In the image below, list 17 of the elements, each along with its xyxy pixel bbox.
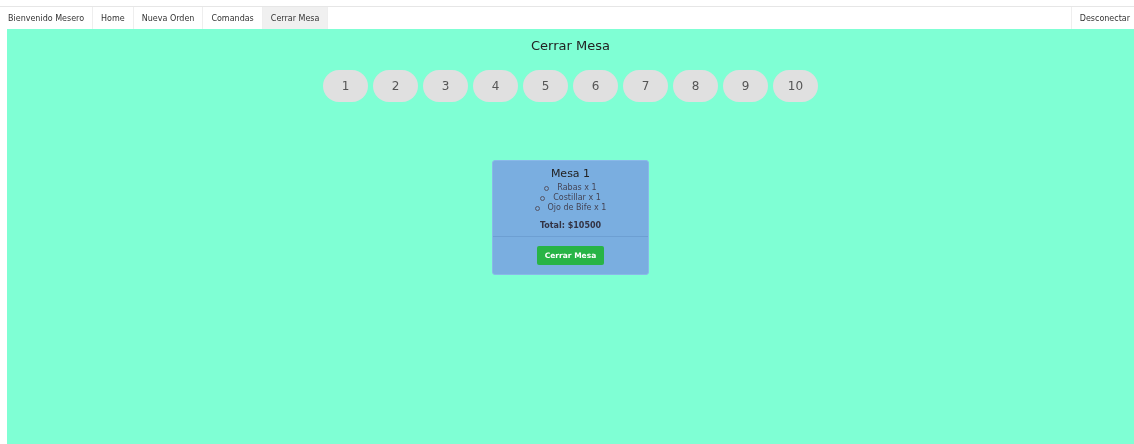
nav-link[interactable]: Cerrar Mesa [262,7,329,29]
total-text: Total: $10500 [539,221,602,230]
card-title: Mesa 1 [550,167,591,180]
table-button[interactable]: 3 [423,70,468,102]
table-button[interactable]: 9 [723,70,768,102]
page-title: Cerrar Mesa [531,38,610,53]
table-button[interactable]: 2 [373,70,418,102]
table-button[interactable]: 7 [623,70,668,102]
table-button[interactable]: 1 [323,70,368,102]
table-button[interactable]: 10 [773,70,818,102]
table-button[interactable]: 5 [523,70,568,102]
order-item: Rabas x 1 [557,183,597,193]
order-item: Ojo de Bife x 1 [547,203,607,213]
order-item: Costillar x 1 [553,193,601,203]
table-button[interactable]: 8 [673,70,718,102]
table-button[interactable]: 6 [573,70,618,102]
table-button[interactable]: 4 [473,70,518,102]
